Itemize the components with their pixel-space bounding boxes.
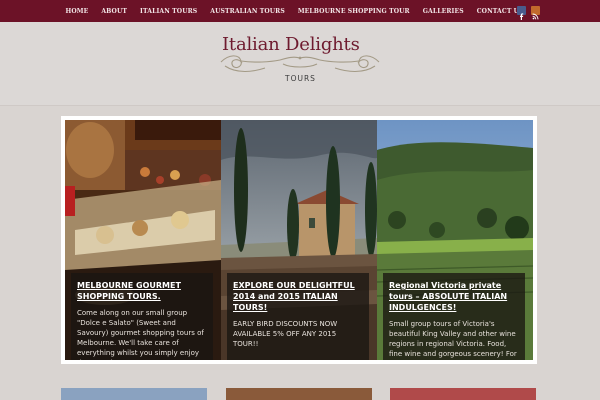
main-menu: HOME ABOUT ITALIAN TOURS AUSTRALIAN TOUR… [59, 0, 530, 22]
top-nav-bar: HOME ABOUT ITALIAN TOURS AUSTRALIAN TOUR… [0, 0, 600, 22]
slide-heading-link[interactable]: Regional Victoria private tours – ABSOLU… [389, 280, 519, 313]
teaser-thumbnail[interactable] [61, 388, 207, 400]
facebook-icon[interactable] [517, 6, 526, 20]
featured-slider: MELBOURNE GOURMET SHOPPING TOURS. Come a… [61, 116, 537, 364]
site-logo[interactable]: Italian Delights TOURS [215, 34, 385, 90]
slide-regional-victoria[interactable]: Regional Victoria private tours – ABSOLU… [377, 120, 533, 360]
slide-body: Small group tours of Victoria's beautifu… [389, 320, 517, 358]
site-header: Italian Delights TOURS [0, 22, 600, 106]
slide-melbourne-gourmet[interactable]: MELBOURNE GOURMET SHOPPING TOURS. Come a… [65, 120, 221, 360]
rss-icon[interactable] [531, 6, 540, 20]
slide-caption: MELBOURNE GOURMET SHOPPING TOURS. Come a… [71, 273, 213, 360]
nav-melbourne-shopping-tour[interactable]: MELBOURNE SHOPPING TOUR [291, 8, 416, 15]
slide-heading-link[interactable]: MELBOURNE GOURMET SHOPPING TOURS. [77, 280, 207, 302]
nav-about[interactable]: ABOUT [95, 8, 134, 15]
slide-italian-tours[interactable]: EXPLORE OUR DELIGHTFUL 2014 and 2015 ITA… [221, 120, 377, 360]
logo-subtitle: TOURS [285, 74, 316, 83]
slide-body: Come along on our small group "Dolce e S… [77, 309, 204, 360]
teaser-thumbnail[interactable] [390, 388, 536, 400]
social-links [517, 6, 540, 20]
nav-italian-tours[interactable]: ITALIAN TOURS [134, 8, 204, 15]
slide-caption: EXPLORE OUR DELIGHTFUL 2014 and 2015 ITA… [227, 273, 369, 360]
nav-galleries[interactable]: GALLERIES [416, 8, 470, 15]
nav-home[interactable]: HOME [59, 8, 95, 15]
slide-caption: Regional Victoria private tours – ABSOLU… [383, 273, 525, 360]
nav-australian-tours[interactable]: AUSTRALIAN TOURS [204, 8, 292, 15]
teaser-thumbnail[interactable] [226, 388, 372, 400]
slide-heading-link[interactable]: EXPLORE OUR DELIGHTFUL 2014 and 2015 ITA… [233, 280, 363, 313]
slide-body: EARLY BIRD DISCOUNTS NOW AVAILABLE 5% OF… [233, 320, 338, 348]
